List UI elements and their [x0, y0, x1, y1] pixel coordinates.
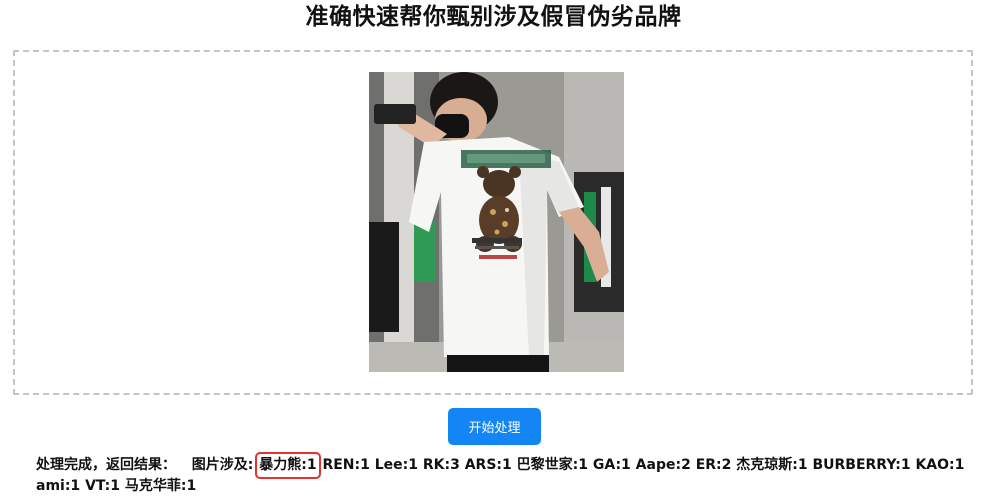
- brand-item: Aape:2: [635, 457, 691, 473]
- uploaded-image-preview: [369, 72, 624, 372]
- brand-item: 杰克琼斯:1: [736, 457, 808, 473]
- brand-item: RK:3: [422, 457, 460, 473]
- result-text: 处理完成，返回结果： 图片涉及: 暴力熊:1 REN:1 Lee:1 RK:3 …: [36, 452, 966, 497]
- brand-item: VT:1: [85, 478, 121, 494]
- start-processing-button[interactable]: 开始处理: [448, 408, 541, 445]
- brand-item: ARS:1: [464, 457, 512, 473]
- brand-item: ER:2: [695, 457, 732, 473]
- highlighted-brand: 暴力熊:1: [255, 452, 321, 479]
- brand-item: BURBERRY:1: [812, 457, 911, 473]
- brand-item: 巴黎世家:1: [516, 457, 588, 473]
- brand-item: ami:1: [36, 478, 81, 494]
- brand-item: GA:1: [592, 457, 631, 473]
- brand-item: Lee:1: [374, 457, 418, 473]
- brand-item: 马克华菲:1: [124, 478, 197, 494]
- brand-item: KAO:1: [915, 457, 965, 473]
- result-prefix: 处理完成，返回结果：: [36, 457, 176, 473]
- result-involved-label: 图片涉及:: [191, 457, 254, 473]
- page: 准确快速帮你甄别涉及假冒伪劣品牌 开始处理 处理完成，返回结果： 图片涉及: 暴…: [0, 0, 987, 502]
- tshirt-photo: [369, 72, 624, 372]
- brand-item: REN:1: [322, 457, 370, 473]
- image-upload-dropzone[interactable]: [13, 50, 973, 395]
- page-title: 准确快速帮你甄别涉及假冒伪劣品牌: [305, 4, 682, 30]
